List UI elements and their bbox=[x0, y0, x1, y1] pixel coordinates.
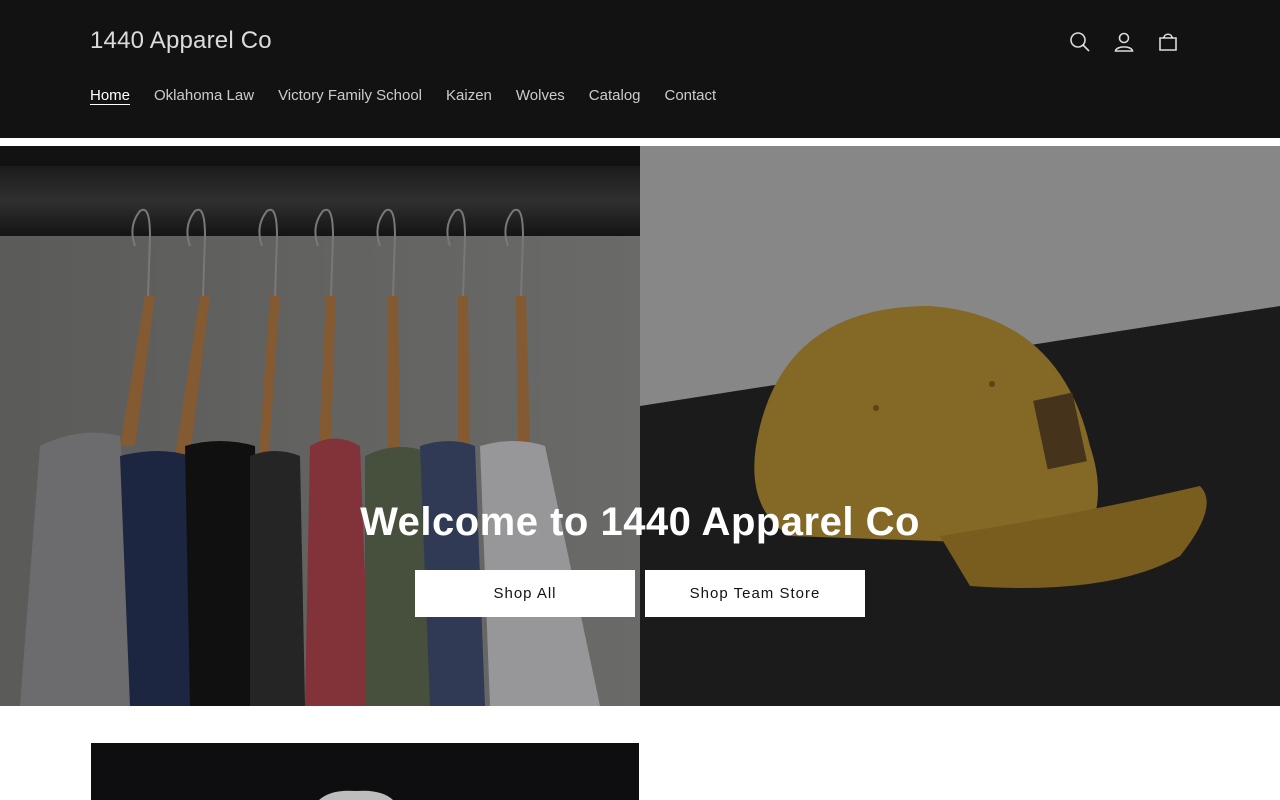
featured-image bbox=[91, 743, 639, 800]
hero-image-shirts bbox=[0, 146, 640, 706]
hero-content: Welcome to 1440 Apparel Co Shop All Shop… bbox=[0, 500, 1280, 617]
cart-icon[interactable] bbox=[1146, 26, 1190, 58]
header-divider bbox=[0, 138, 1280, 146]
hero-overlay-left bbox=[0, 146, 640, 706]
hero-title: Welcome to 1440 Apparel Co bbox=[360, 500, 920, 544]
shop-team-store-button[interactable]: Shop Team Store bbox=[645, 570, 865, 617]
shop-all-button[interactable]: Shop All bbox=[415, 570, 635, 617]
nav-contact[interactable]: Contact bbox=[665, 86, 717, 106]
nav-oklahoma-law[interactable]: Oklahoma Law bbox=[154, 86, 254, 106]
hero-buttons: Shop All Shop Team Store bbox=[0, 570, 1280, 617]
nav-catalog[interactable]: Catalog bbox=[589, 86, 641, 106]
nav-home[interactable]: Home bbox=[90, 86, 130, 106]
search-icon[interactable] bbox=[1058, 26, 1102, 58]
site-header: 1440 Apparel Co Home Oklahoma Law Victor… bbox=[0, 0, 1280, 138]
hero-image-cap bbox=[640, 146, 1280, 706]
hero-overlay-right bbox=[640, 146, 1280, 706]
nav-victory-family-school[interactable]: Victory Family School bbox=[278, 86, 422, 106]
main-nav: Home Oklahoma Law Victory Family School … bbox=[90, 86, 740, 106]
nav-kaizen[interactable]: Kaizen bbox=[446, 86, 492, 106]
site-logo[interactable]: 1440 Apparel Co bbox=[90, 27, 272, 55]
hero-banner: Welcome to 1440 Apparel Co Shop All Shop… bbox=[0, 146, 1280, 706]
nav-wolves[interactable]: Wolves bbox=[516, 86, 565, 106]
header-icons bbox=[1058, 26, 1190, 58]
account-icon[interactable] bbox=[1102, 26, 1146, 58]
